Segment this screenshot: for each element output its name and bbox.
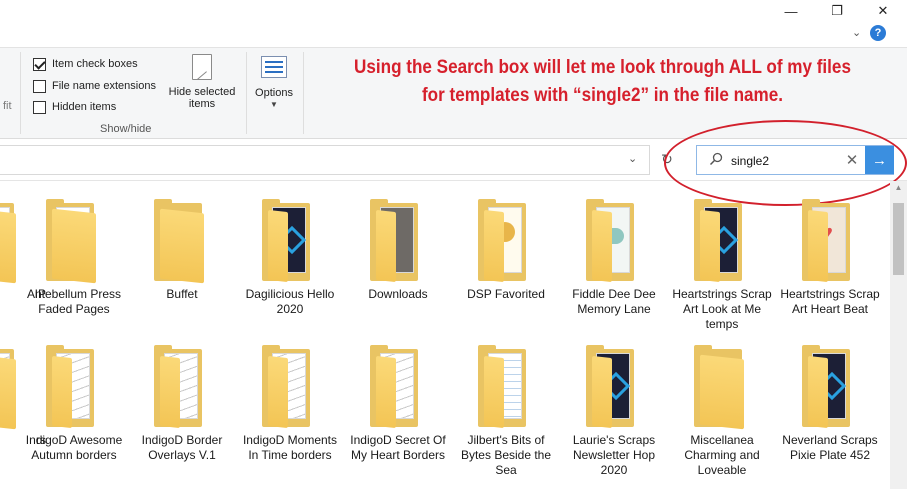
folder-label: Fiddle Dee Dee Memory Lane <box>572 287 656 316</box>
caret-down-icon[interactable]: ▼ <box>250 100 298 109</box>
folder-item[interactable]: Fiddle Dee Dee Memory Lane <box>562 199 666 317</box>
folder-icon <box>584 345 644 429</box>
arrow-right-icon[interactable]: → <box>865 146 894 174</box>
hide-selected-items-button[interactable]: Hide selected items <box>164 54 240 110</box>
close-icon[interactable]: ✕ <box>864 0 902 22</box>
hide-selected-label: Hide selected <box>168 86 236 98</box>
vertical-scrollbar[interactable]: ▲ <box>890 181 907 489</box>
folder-item[interactable]: Neverland Scraps Pixie Plate 452 <box>778 345 882 463</box>
folder-item[interactable]: IndigoD Border Overlays V.1 <box>130 345 234 463</box>
folder-icon <box>260 199 320 283</box>
search-box[interactable]: ✕ → <box>696 145 894 175</box>
folder-label: Laurie's Scraps Newsletter Hop 2020 <box>572 433 656 477</box>
file-name-extensions-checkbox[interactable] <box>33 79 46 93</box>
annotation-line-1: Using the Search box will let me look th… <box>354 57 851 78</box>
folder-item[interactable]: IndigoD Moments In Time borders <box>238 345 342 463</box>
ribbon-separator <box>303 52 304 134</box>
folder-icon <box>584 199 644 283</box>
hide-document-icon <box>192 54 212 80</box>
address-bar[interactable] <box>0 145 650 175</box>
ribbon-tabs: ⌄ ? <box>0 22 907 47</box>
folder-icon <box>44 199 104 284</box>
folder-item[interactable]: Heartstrings Scrap Art Look at Me temps <box>670 199 774 332</box>
search-icon <box>709 152 723 166</box>
folder-label: Dagilicious Hello 2020 <box>245 287 335 316</box>
folder-icon <box>800 199 860 283</box>
minimize-icon[interactable]: — <box>772 0 810 22</box>
folder-icon <box>0 345 24 430</box>
folder-label: Antebellum Press Faded Pages <box>26 287 122 316</box>
folder-item[interactable]: Jilbert's Bits of Bytes Beside the Sea <box>454 345 558 478</box>
ribbon-separator <box>20 52 21 134</box>
restore-icon[interactable]: ❐ <box>818 0 856 22</box>
folder-icon <box>152 199 212 284</box>
search-input[interactable] <box>731 151 841 171</box>
item-check-boxes-toggle[interactable]: Item check boxes <box>33 56 138 72</box>
folder-label: IndigoD Awesome Autumn borders <box>25 433 123 462</box>
folder-label: Jilbert's Bits of Bytes Beside the Sea <box>460 433 552 477</box>
folder-item[interactable]: Buffet <box>130 199 234 302</box>
folder-icon <box>692 345 752 430</box>
ribbon-partial-label: fit <box>3 100 12 112</box>
hidden-items-checkbox[interactable] <box>33 100 46 114</box>
annotation-line-2: for templates with “single2” in the file… <box>421 85 784 106</box>
hidden-items-toggle[interactable]: Hidden items <box>33 99 116 115</box>
folder-label: Heartstrings Scrap Art Look at Me temps <box>672 287 772 331</box>
folder-item[interactable]: Antebellum Press Faded Pages <box>22 199 126 317</box>
folder-label: IndigoD Border Overlays V.1 <box>141 433 223 462</box>
folder-label: Buffet <box>166 287 198 301</box>
folder-item[interactable]: Miscellanea Charming and Loveable <box>670 345 774 478</box>
folder-item[interactable]: Laurie's Scraps Newsletter Hop 2020 <box>562 345 666 478</box>
folder-label: DSP Favorited <box>467 287 545 301</box>
item-check-boxes-label: Item check boxes <box>52 58 138 70</box>
options-label: Options <box>255 87 293 99</box>
item-check-boxes-checkbox[interactable] <box>33 57 46 71</box>
ribbon-separator <box>246 52 247 134</box>
hide-selected-label-2: items <box>188 98 216 110</box>
options-button[interactable]: Options ▼ <box>250 56 298 109</box>
file-name-extensions-label: File name extensions <box>52 80 156 92</box>
folder-item[interactable]: DSP Favorited <box>454 199 558 302</box>
folder-icon <box>0 199 24 284</box>
file-name-extensions-toggle[interactable]: File name extensions <box>33 78 156 94</box>
folder-item[interactable]: IndigoD Secret Of My Heart Borders <box>346 345 450 463</box>
folder-item[interactable]: Dagilicious Hello 2020 <box>238 199 342 317</box>
folder-item[interactable]: Heartstrings Scrap Art Heart Beat <box>778 199 882 317</box>
folder-label: IndigoD Moments In Time borders <box>242 433 338 462</box>
annotation-text: Using the Search box will let me look th… <box>339 54 866 110</box>
options-checklist-icon <box>261 56 287 78</box>
folder-label: IndigoD Secret Of My Heart Borders <box>350 433 446 462</box>
folder-icon <box>368 345 428 429</box>
title-bar: — ❐ ✕ <box>0 0 907 22</box>
folder-icon <box>476 199 536 283</box>
folder-icon <box>368 199 428 283</box>
help-icon[interactable]: ? <box>870 25 886 41</box>
folder-icon <box>476 345 536 429</box>
folder-icon <box>800 345 860 429</box>
scrollbar-thumb[interactable] <box>893 203 904 275</box>
folder-view: IP Antebellum Press Faded Pages Buffet D… <box>0 181 890 489</box>
folder-label: Downloads <box>368 287 428 301</box>
hidden-items-label: Hidden items <box>52 101 117 113</box>
folder-item[interactable]: IndigoD Awesome Autumn borders <box>22 345 126 463</box>
address-row: ⌄ ↻ ✕ → <box>0 139 907 181</box>
folder-icon <box>260 345 320 429</box>
chevron-down-icon[interactable]: ⌄ <box>628 152 637 165</box>
folder-icon <box>44 345 104 429</box>
folder-label: Miscellanea Charming and Loveable <box>684 433 760 477</box>
close-icon[interactable]: ✕ <box>843 150 861 170</box>
folder-icon <box>152 345 212 429</box>
folder-label: Neverland Scraps Pixie Plate 452 <box>782 433 878 462</box>
refresh-icon[interactable]: ↻ <box>657 149 677 169</box>
folder-item[interactable]: Downloads <box>346 199 450 302</box>
folder-icon <box>692 199 752 283</box>
folder-label: Heartstrings Scrap Art Heart Beat <box>780 287 880 316</box>
chevron-down-icon[interactable]: ⌄ <box>852 26 861 39</box>
show-hide-group-label: Show/hide <box>100 123 152 135</box>
scroll-up-icon[interactable]: ▲ <box>890 183 907 197</box>
